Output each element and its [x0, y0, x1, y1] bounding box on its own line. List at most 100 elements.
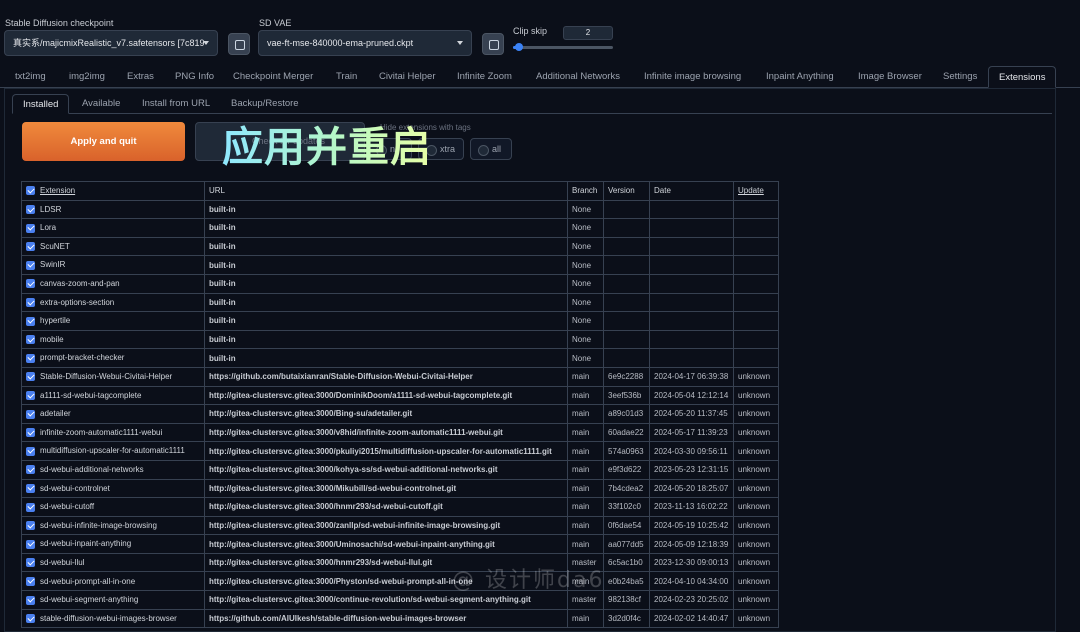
tab-inpaint-anything[interactable]: Inpaint Anything	[760, 66, 840, 88]
apply-and-quit-button[interactable]: Apply and quit	[22, 122, 185, 161]
subtab-available[interactable]: Available	[72, 94, 130, 114]
table-row: a1111-sd-webui-tagcomplete http://gitea-c…	[21, 385, 779, 406]
extension-checkbox[interactable]	[26, 335, 35, 345]
table-row: sd-webui-additional-networks http://gitea…	[21, 459, 779, 480]
extension-cell[interactable]: adetailer	[21, 404, 205, 424]
branch-cell: main	[567, 385, 604, 406]
extension-cell[interactable]: LDSR	[21, 199, 205, 220]
subtab-install-from-url[interactable]: Install from URL	[132, 94, 220, 114]
extension-checkbox[interactable]	[26, 446, 35, 456]
refresh-vae-button[interactable]	[482, 33, 504, 55]
update-cell	[733, 273, 779, 294]
radio-all[interactable]: all	[470, 138, 512, 160]
extension-name: sd-webui-llul	[40, 557, 85, 567]
extensions-subtabs: Installed Available Install from URL Bac…	[12, 94, 1052, 114]
extension-cell[interactable]: prompt-bracket-checker	[21, 348, 205, 368]
extension-checkbox[interactable]	[26, 428, 35, 438]
extension-checkbox[interactable]	[26, 223, 35, 233]
extension-cell[interactable]: a1111-sd-webui-tagcomplete	[21, 385, 205, 406]
extension-cell[interactable]: sd-webui-controlnet	[21, 478, 205, 499]
extension-checkbox[interactable]	[26, 409, 35, 419]
extension-name: multidiffusion-upscaler-for-automatic111…	[40, 446, 185, 456]
update-cell: unknown	[733, 422, 779, 443]
extension-cell[interactable]: hypertile	[21, 311, 205, 331]
header-update[interactable]: Update	[733, 181, 779, 201]
extension-checkbox[interactable]	[26, 502, 35, 512]
refresh-checkpoint-button[interactable]	[228, 33, 250, 55]
url-cell: built-in	[204, 329, 568, 350]
tab-extensions[interactable]: Extensions	[988, 66, 1057, 88]
extension-cell[interactable]: sd-webui-inpaint-anything	[21, 534, 205, 554]
tab-train[interactable]: Train	[330, 66, 363, 88]
extension-checkbox[interactable]	[26, 260, 35, 270]
extension-cell[interactable]: Stable-Diffusion-Webui-Civitai-Helper	[21, 366, 205, 387]
date-cell: 2024-02-23 20:25:02	[649, 590, 734, 610]
header-extension[interactable]: Extension	[21, 181, 205, 201]
extension-cell[interactable]: Lora	[21, 218, 205, 238]
subtab-backup-restore[interactable]: Backup/Restore	[221, 94, 309, 114]
clip-skip-label: Clip skip	[513, 26, 548, 36]
extension-checkbox[interactable]	[26, 483, 35, 493]
checkpoint-label: Stable Diffusion checkpoint	[5, 18, 114, 28]
tab-checkpoint-merger[interactable]: Checkpoint Merger	[227, 66, 319, 88]
extension-cell[interactable]: mobile	[21, 329, 205, 350]
tab-txt2img[interactable]: txt2img	[9, 66, 52, 88]
branch-cell: main	[567, 441, 604, 461]
date-cell	[649, 348, 734, 368]
extension-checkbox[interactable]	[26, 521, 35, 531]
extension-checkbox[interactable]	[26, 539, 35, 549]
extension-cell[interactable]: sd-webui-prompt-all-in-one	[21, 571, 205, 592]
extension-checkbox[interactable]	[26, 595, 35, 605]
extension-checkbox[interactable]	[26, 353, 35, 363]
slider-handle[interactable]	[515, 43, 523, 51]
extension-checkbox[interactable]	[26, 391, 35, 401]
extension-checkbox[interactable]	[26, 316, 35, 326]
extension-cell[interactable]: sd-webui-additional-networks	[21, 459, 205, 480]
tab-image-browser[interactable]: Image Browser	[852, 66, 928, 88]
clip-skip-input[interactable]: 2	[563, 26, 613, 40]
tab-settings[interactable]: Settings	[937, 66, 983, 88]
extension-cell[interactable]: sd-webui-llul	[21, 552, 205, 573]
extension-cell[interactable]: SwinIR	[21, 255, 205, 275]
tab-infinite-zoom[interactable]: Infinite Zoom	[451, 66, 518, 88]
version-cell: 60adae22	[603, 422, 650, 443]
tab-infinite-image-browsing[interactable]: Infinite image browsing	[638, 66, 747, 88]
extension-checkbox[interactable]	[26, 298, 35, 308]
branch-cell: main	[567, 608, 604, 629]
tab-additional-networks[interactable]: Additional Networks	[530, 66, 626, 88]
extension-checkbox[interactable]	[26, 242, 35, 252]
extension-checkbox[interactable]	[26, 614, 35, 624]
tab-img2img[interactable]: img2img	[63, 66, 111, 88]
branch-cell: None	[567, 236, 604, 257]
extension-cell[interactable]: sd-webui-infinite-image-browsing	[21, 515, 205, 536]
table-row: sd-webui-inpaint-anything http://gitea-cl…	[21, 534, 779, 554]
extension-checkbox[interactable]	[26, 558, 35, 568]
select-all-checkbox[interactable]	[26, 186, 35, 196]
extension-cell[interactable]: infinite-zoom-automatic1111-webui	[21, 422, 205, 443]
extension-cell[interactable]: sd-webui-segment-anything	[21, 590, 205, 610]
version-cell: 3eef536b	[603, 385, 650, 406]
extension-cell[interactable]: sd-webui-cutoff	[21, 497, 205, 517]
tab-civitai-helper[interactable]: Civitai Helper	[373, 66, 442, 88]
tab-extras[interactable]: Extras	[121, 66, 160, 88]
vae-dropdown[interactable]: vae-ft-mse-840000-ema-pruned.ckpt	[258, 30, 472, 56]
extension-checkbox[interactable]	[26, 465, 35, 475]
extension-cell[interactable]: multidiffusion-upscaler-for-automatic111…	[21, 441, 205, 461]
subtab-installed[interactable]: Installed	[12, 94, 70, 114]
table-row: sd-webui-cutoff http://gitea-clustersvc.g…	[21, 497, 779, 517]
extension-checkbox[interactable]	[26, 372, 35, 382]
extension-checkbox[interactable]	[26, 279, 35, 289]
extension-name: hypertile	[40, 316, 71, 326]
checkpoint-dropdown[interactable]: 真实系/majicmixRealistic_v7.safetensors [7c…	[4, 30, 218, 56]
extension-cell[interactable]: stable-diffusion-webui-images-browser	[21, 608, 205, 629]
clip-skip-slider[interactable]	[513, 43, 613, 51]
extension-cell[interactable]: ScuNET	[21, 236, 205, 257]
extension-checkbox[interactable]	[26, 205, 35, 215]
version-cell: 982138cf	[603, 590, 650, 610]
extension-checkbox[interactable]	[26, 576, 35, 586]
extension-cell[interactable]: extra-options-section	[21, 292, 205, 313]
update-cell	[733, 218, 779, 238]
extension-cell[interactable]: canvas-zoom-and-pan	[21, 273, 205, 294]
update-cell: unknown	[733, 497, 779, 517]
tab-png-info[interactable]: PNG Info	[169, 66, 220, 88]
